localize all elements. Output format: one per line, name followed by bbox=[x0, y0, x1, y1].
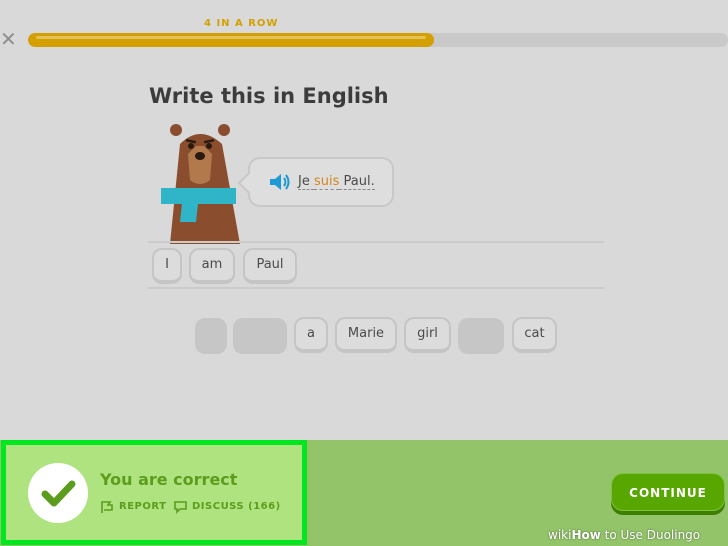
word-bank-word-cat[interactable]: cat bbox=[512, 317, 557, 353]
close-icon[interactable]: ✕ bbox=[0, 28, 17, 50]
word-bank-word-girl[interactable]: girl bbox=[404, 317, 451, 353]
word-bank-empty-slot bbox=[233, 318, 287, 354]
watermark-rest: to Use Duolingo bbox=[600, 528, 701, 542]
watermark-how: How bbox=[571, 528, 601, 542]
answer-top-line bbox=[148, 241, 604, 243]
answer-word-am[interactable]: am bbox=[189, 248, 235, 284]
word-bank-empty-slot bbox=[195, 318, 227, 354]
word-bank-empty-slot bbox=[458, 318, 504, 354]
continue-button[interactable]: CONTINUE bbox=[611, 473, 725, 511]
word-bank-word-marie[interactable]: Marie bbox=[335, 317, 397, 353]
sentence-text: Je suis Paul. bbox=[298, 174, 375, 190]
flag-icon[interactable] bbox=[100, 500, 115, 514]
answer-word-I[interactable]: I bbox=[152, 248, 182, 284]
progress-bar bbox=[28, 33, 728, 47]
streak-label: 4 IN A ROW bbox=[204, 18, 279, 29]
progress-fill bbox=[28, 33, 434, 47]
sentence-word-pre[interactable]: Je bbox=[298, 174, 314, 190]
answer-bottom-line bbox=[148, 287, 604, 289]
checkmark-icon bbox=[41, 480, 76, 507]
watermark-wiki: wiki bbox=[548, 528, 572, 542]
prompt-title: Write this in English bbox=[149, 84, 389, 108]
feedback-message: You are correct bbox=[100, 470, 238, 489]
answer-word-paul[interactable]: Paul bbox=[243, 248, 297, 284]
sentence-word-highlight[interactable]: suis bbox=[313, 174, 340, 190]
speaker-icon[interactable] bbox=[268, 172, 292, 192]
chat-icon[interactable] bbox=[173, 500, 188, 514]
check-badge bbox=[28, 463, 88, 523]
report-link[interactable]: REPORT bbox=[119, 501, 166, 512]
sentence-word-post[interactable]: Paul. bbox=[339, 174, 375, 190]
word-bank-word-a[interactable]: a bbox=[294, 317, 328, 353]
bear-character-illustration bbox=[161, 124, 240, 244]
speech-bubble: Je suis Paul. bbox=[248, 157, 394, 207]
watermark: wikiHow to Use Duolingo bbox=[548, 528, 700, 542]
discuss-link[interactable]: DISCUSS (166) bbox=[192, 501, 281, 512]
